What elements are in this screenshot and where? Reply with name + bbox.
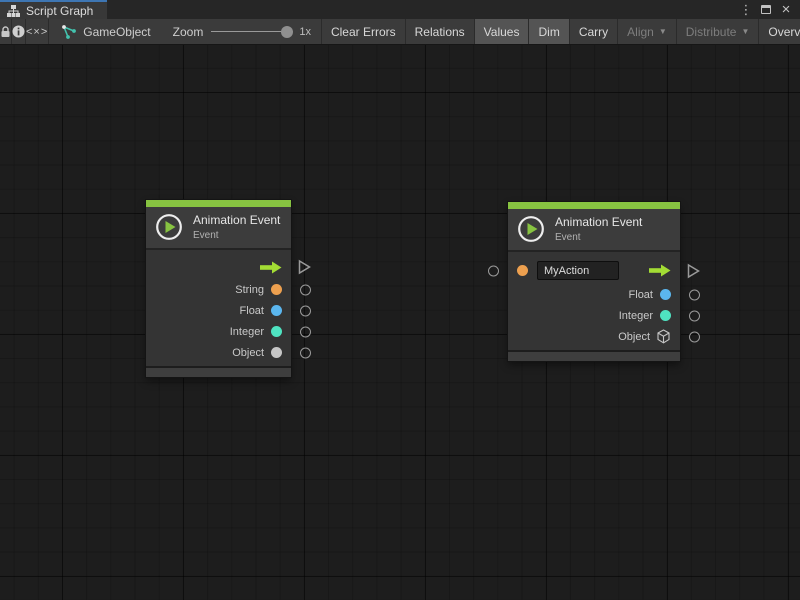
toolbar-button-label: Values <box>484 25 520 39</box>
value-input-port[interactable] <box>488 265 499 276</box>
output-row-string: String <box>146 279 291 300</box>
lock-icon <box>0 26 11 38</box>
close-icon[interactable]: × <box>778 2 794 18</box>
flow-port-icon[interactable] <box>687 263 700 278</box>
info-button[interactable] <box>12 19 26 44</box>
gameobject-context[interactable]: GameObject <box>49 19 150 44</box>
play-icon <box>517 215 545 243</box>
toolbar-button-label: Distribute <box>686 25 737 39</box>
port-label: Integer <box>619 310 653 322</box>
node-body: Float Integer Object <box>508 252 680 350</box>
output-row-float: Float <box>508 284 680 305</box>
value-output-port[interactable] <box>300 347 311 358</box>
gameobject-label: GameObject <box>83 25 150 39</box>
type-dot <box>660 310 671 321</box>
node-footer[interactable] <box>508 350 680 361</box>
object-cube-icon <box>656 329 671 344</box>
info-icon <box>12 25 25 38</box>
zoom-slider[interactable] <box>211 25 291 39</box>
toolbar-button-values[interactable]: Values <box>475 19 530 44</box>
graph-node-animation-event[interactable]: Animation Event Event Float Integer Object <box>508 202 680 361</box>
hierarchy-graph-icon <box>7 5 20 17</box>
output-row-float: Float <box>146 300 291 321</box>
type-dot <box>271 284 282 295</box>
toolbar-button-label: Dim <box>538 25 559 39</box>
node-title: Animation Event <box>193 213 280 227</box>
node-subtitle: Event <box>193 230 280 241</box>
chevron-down-icon: ▼ <box>741 27 749 36</box>
flow-input-row <box>508 257 680 284</box>
value-output-port[interactable] <box>300 305 311 316</box>
type-dot <box>271 347 282 358</box>
flow-output-row <box>146 255 291 279</box>
flow-port-icon[interactable] <box>298 260 311 275</box>
type-dot <box>271 326 282 337</box>
code-view-button[interactable]: <×> <box>26 19 49 44</box>
graph-node-animation-event[interactable]: Animation Event Event String Float Integer Ob… <box>146 200 291 377</box>
window-titlebar: Script Graph ⋮ × <box>0 0 800 19</box>
tab-script-graph[interactable]: Script Graph <box>0 0 107 19</box>
window-menu-icon[interactable]: ⋮ <box>738 2 754 18</box>
graph-toolbar: <×> GameObject Zoom 1x Clear Errors Relat… <box>0 19 800 45</box>
zoom-slider-track <box>211 31 291 32</box>
type-dot <box>660 289 671 300</box>
window-controls: ⋮ × <box>738 0 800 19</box>
output-row-integer: Integer <box>146 321 291 342</box>
node-header[interactable]: Animation Event Event <box>146 207 291 250</box>
string-input-dot <box>517 265 528 276</box>
type-dot <box>271 305 282 316</box>
flow-arrow-icon <box>259 261 282 274</box>
toolbar-button-label: Relations <box>415 25 465 39</box>
action-name-input[interactable] <box>537 261 619 280</box>
toolbar-button-align: Align ▼ <box>618 19 677 44</box>
port-label: Integer <box>230 326 264 338</box>
node-title: Animation Event <box>555 215 642 229</box>
toolbar-buttons: Clear Errors Relations Values Dim Carry Align… <box>321 19 800 44</box>
node-footer[interactable] <box>146 366 291 377</box>
toolbar-button-label: Carry <box>579 25 608 39</box>
angle-x-icon: <×> <box>26 26 48 38</box>
node-subtitle: Event <box>555 232 642 243</box>
maximize-icon[interactable] <box>758 2 774 18</box>
node-header[interactable]: Animation Event Event <box>508 209 680 252</box>
value-output-port[interactable] <box>689 289 700 300</box>
play-icon <box>155 213 183 241</box>
graph-canvas[interactable]: Animation Event Event String Float Integer Ob… <box>0 45 800 600</box>
toolbar-button-overv[interactable]: Overv <box>759 19 800 44</box>
node-body: String Float Integer Object <box>146 250 291 366</box>
output-row-object: Object <box>146 342 291 363</box>
port-label: String <box>235 284 264 296</box>
value-output-port[interactable] <box>689 310 700 321</box>
tab-label: Script Graph <box>26 4 93 18</box>
chevron-down-icon: ▼ <box>659 27 667 36</box>
toolbar-button-label: Align <box>627 25 654 39</box>
port-label: Float <box>629 289 653 301</box>
flow-output-port[interactable] <box>298 260 311 275</box>
output-row-integer: Integer <box>508 305 680 326</box>
toolbar-button-label: Overv <box>768 25 800 39</box>
toolbar-button-distribute: Distribute ▼ <box>677 19 760 44</box>
value-output-port[interactable] <box>689 331 700 342</box>
node-accent-bar <box>508 202 680 209</box>
zoom-slider-handle[interactable] <box>281 26 293 38</box>
toolbar-button-label: Clear Errors <box>331 25 396 39</box>
node-accent-bar <box>146 200 291 207</box>
zoom-control: Zoom 1x <box>173 19 311 44</box>
output-row-object: Object <box>508 326 680 347</box>
lock-button[interactable] <box>0 19 12 44</box>
toolbar-button-relations[interactable]: Relations <box>406 19 475 44</box>
flow-arrow-icon <box>648 264 671 277</box>
port-label: Float <box>240 305 264 317</box>
port-label: Object <box>232 347 264 359</box>
flow-output-port[interactable] <box>687 263 700 278</box>
toolbar-button-carry[interactable]: Carry <box>570 19 618 44</box>
toolbar-button-dim[interactable]: Dim <box>529 19 569 44</box>
value-output-port[interactable] <box>300 284 311 295</box>
toolbar-button-clear-errors[interactable]: Clear Errors <box>322 19 406 44</box>
zoom-value: 1x <box>299 26 311 38</box>
value-output-port[interactable] <box>300 326 311 337</box>
graph-pointer-icon <box>62 25 77 39</box>
zoom-label: Zoom <box>173 25 204 39</box>
port-label: Object <box>618 331 650 343</box>
